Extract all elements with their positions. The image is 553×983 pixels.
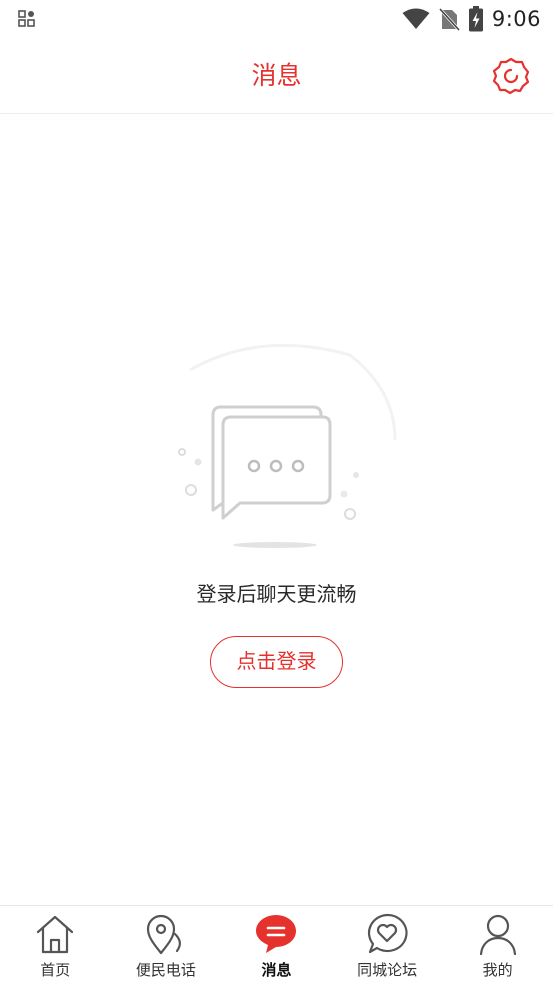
settings-icon[interactable]	[491, 56, 531, 96]
tab-mine-label: 我的	[482, 961, 513, 979]
tab-mine[interactable]: 我的	[442, 906, 553, 983]
login-button[interactable]: 点击登录	[210, 636, 343, 688]
no-sim-icon	[438, 7, 460, 31]
bottom-tab-bar: 首页 便民电话 消息 同城论坛 我的	[0, 905, 553, 983]
chat-bubbles-icon	[178, 343, 397, 548]
tab-forum[interactable]: 同城论坛	[332, 906, 443, 983]
tab-forum-label: 同城论坛	[357, 961, 418, 979]
status-time: 9:06	[491, 7, 541, 31]
tab-messages-label: 消息	[261, 961, 292, 979]
battery-charging-icon	[468, 6, 483, 32]
status-bar: 9:06	[0, 0, 553, 38]
tab-phone[interactable]: 便民电话	[111, 906, 222, 983]
person-icon	[479, 914, 516, 956]
tab-phone-label: 便民电话	[135, 961, 196, 979]
home-icon	[37, 915, 74, 954]
heart-chat-icon	[368, 913, 408, 954]
wifi-icon	[402, 8, 430, 29]
page-title: 消息	[251, 61, 302, 90]
tab-messages[interactable]: 消息	[221, 906, 332, 983]
empty-message: 登录后聊天更流畅	[196, 582, 357, 606]
message-icon	[256, 915, 297, 953]
location-phone-icon	[146, 914, 181, 955]
tab-home-label: 首页	[40, 961, 71, 979]
app-grid-icon	[18, 10, 35, 27]
tab-home[interactable]: 首页	[0, 906, 111, 983]
header: 消息	[0, 38, 553, 114]
